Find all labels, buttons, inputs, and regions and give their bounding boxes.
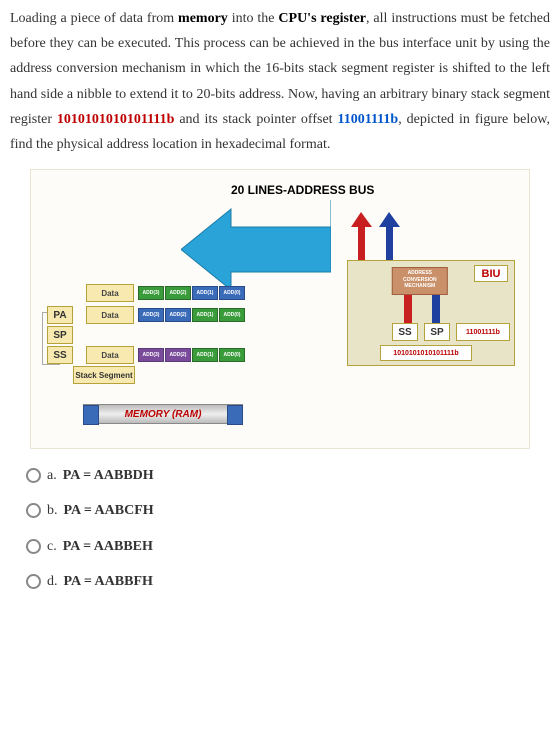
biu-ss-box: SS <box>392 323 418 341</box>
address-diagram: 20 LINES-ADDRESS BUS Data ADD(3) ADD(2) … <box>30 169 530 449</box>
bus-arrow-icon <box>181 200 331 290</box>
ss-binary-value: 1010101010101111b <box>57 112 174 127</box>
biu-arrow-red-icon <box>349 212 374 262</box>
stack-segment-label: Stack Segment <box>73 366 135 384</box>
leg-blue-icon <box>432 295 440 323</box>
q-text: , all instructions must be fetched befor… <box>10 11 550 127</box>
leg-red-icon <box>404 295 412 323</box>
chip: ADD(3) <box>138 286 164 300</box>
sp-label: SP <box>47 326 73 344</box>
option-letter: a. <box>47 463 57 488</box>
question-paragraph: Loading a piece of data from memory into… <box>10 6 550 157</box>
mem-row-ss: Data ADD(3) ADD(2) ADD(1) ADD(0) <box>86 344 245 366</box>
biu-arrow-blue-icon <box>377 212 402 262</box>
mem-row-pa: Data ADD(3) ADD(2) ADD(1) ADD(0) <box>86 304 245 326</box>
option-c[interactable]: c. PA = AABBEH <box>26 534 550 559</box>
chip: ADD(0) <box>219 308 245 322</box>
chip: ADD(0) <box>219 348 245 362</box>
radio-icon[interactable] <box>26 468 41 483</box>
ss-label: SS <box>47 346 73 364</box>
option-text: PA = AABCFH <box>64 498 154 523</box>
chip: ADD(3) <box>138 348 164 362</box>
option-text: PA = AABBDH <box>63 463 154 488</box>
option-d[interactable]: d. PA = AABBFH <box>26 569 550 594</box>
option-letter: d. <box>47 569 58 594</box>
q-bold-cpu: CPU's register <box>278 11 366 26</box>
pa-label: PA <box>47 306 73 324</box>
q-text: into the <box>228 11 279 26</box>
memory-ram-bar: MEMORY (RAM) <box>83 404 243 424</box>
biu-tag: BIU <box>474 265 508 282</box>
biu-ss-value: 1010101010101111b <box>380 345 472 361</box>
chip: ADD(1) <box>192 308 218 322</box>
answer-options: a. PA = AABBDH b. PA = AABCFH c. PA = AA… <box>10 463 550 594</box>
chip: ADD(2) <box>165 348 191 362</box>
chip: ADD(2) <box>165 286 191 300</box>
radio-icon[interactable] <box>26 503 41 518</box>
biu-sp-box: SP <box>424 323 450 341</box>
option-letter: b. <box>47 498 58 523</box>
data-cell: Data <box>86 306 134 324</box>
data-cell: Data <box>86 284 134 302</box>
chip: ADD(1) <box>192 286 218 300</box>
option-text: PA = AABBEH <box>63 534 153 559</box>
biu-sp-value: 11001111b <box>456 323 510 341</box>
biu-panel: BIU ADDRESSCONVERSIONMECHANISM SS SP 110… <box>347 260 515 366</box>
option-a[interactable]: a. PA = AABBDH <box>26 463 550 488</box>
radio-icon[interactable] <box>26 539 41 554</box>
chip: ADD(2) <box>165 308 191 322</box>
sp-binary-value: 11001111b <box>338 112 399 127</box>
bus-title: 20 LINES-ADDRESS BUS <box>231 180 374 202</box>
option-b[interactable]: b. PA = AABCFH <box>26 498 550 523</box>
data-cell: Data <box>86 346 134 364</box>
q-text: Loading a piece of data from <box>10 11 178 26</box>
option-text: PA = AABBFH <box>64 569 153 594</box>
q-text: and its stack pointer offset <box>174 112 337 127</box>
conversion-box: ADDRESSCONVERSIONMECHANISM <box>392 267 448 295</box>
q-bold-memory: memory <box>178 11 228 26</box>
option-letter: c. <box>47 534 57 559</box>
chip: ADD(3) <box>138 308 164 322</box>
chip: ADD(0) <box>219 286 245 300</box>
radio-icon[interactable] <box>26 574 41 589</box>
chip: ADD(1) <box>192 348 218 362</box>
mem-row-top: Data ADD(3) ADD(2) ADD(1) ADD(0) <box>86 282 245 304</box>
